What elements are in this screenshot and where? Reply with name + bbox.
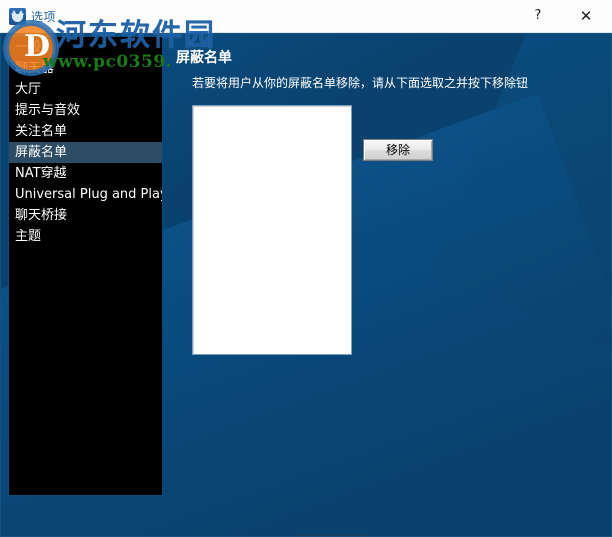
page-title: 屏蔽名单 (176, 50, 232, 66)
sidebar-item-nat[interactable]: NAT穿越 (9, 163, 162, 184)
sidebar-item-theme[interactable]: 主题 (9, 226, 162, 247)
options-dialog: 选项 ? ✕ 一般 聊天器 大厅 提示与音效 关注名单 屏蔽名单 NAT穿越 U… (0, 0, 612, 537)
blocked-users-listbox[interactable] (192, 105, 352, 355)
close-icon[interactable]: ✕ (563, 0, 609, 32)
page-description: 若要将用户从你的屏蔽名单移除，请从下面选取之并按下移除钮 (192, 76, 529, 90)
sidebar-item-general[interactable]: 一般 (9, 37, 162, 58)
dialog-body: 一般 聊天器 大厅 提示与音效 关注名单 屏蔽名单 NAT穿越 Universa… (0, 33, 612, 537)
window-title: 选项 (31, 10, 57, 24)
remove-button[interactable]: 移除 (363, 139, 433, 161)
title-bar: 选项 ? ✕ (0, 0, 612, 33)
sidebar-item-alerts[interactable]: 提示与音效 (9, 100, 162, 121)
app-icon (9, 8, 26, 25)
sidebar-item-blocklist[interactable]: 屏蔽名单 (9, 142, 162, 163)
app-icon-face (12, 14, 23, 22)
category-sidebar[interactable]: 一般 聊天器 大厅 提示与音效 关注名单 屏蔽名单 NAT穿越 Universa… (8, 36, 163, 496)
sidebar-item-upnp[interactable]: Universal Plug and Play（UP (9, 184, 162, 205)
help-icon[interactable]: ? (515, 0, 561, 32)
background-swoosh-right (429, 33, 612, 431)
sidebar-item-lobby[interactable]: 大厅 (9, 79, 162, 100)
sidebar-item-bridge[interactable]: 聊天桥接 (9, 205, 162, 226)
sidebar-item-chat[interactable]: 聊天器 (9, 58, 162, 79)
sidebar-item-watchlist[interactable]: 关注名单 (9, 121, 162, 142)
